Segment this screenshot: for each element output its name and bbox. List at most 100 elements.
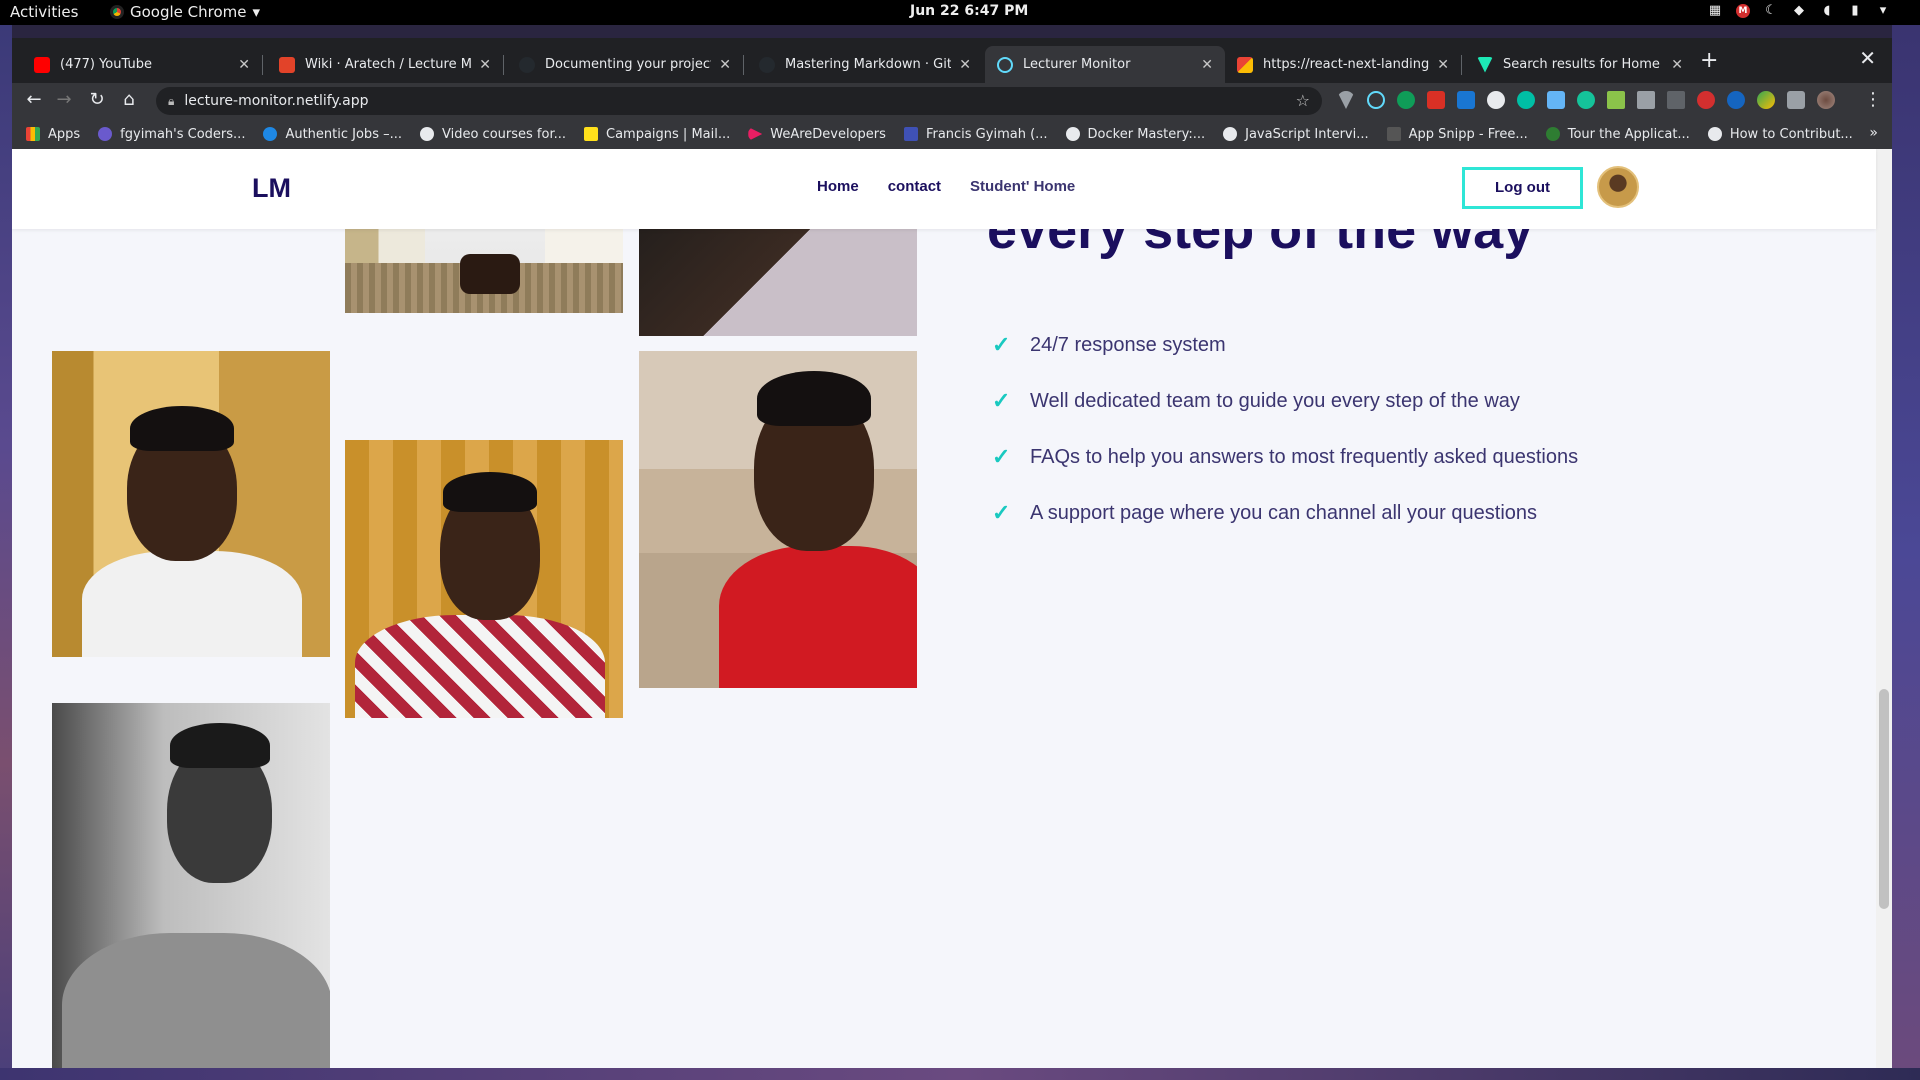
feature-item: ✓ FAQs to help you answers to most freque… [992, 429, 1578, 485]
mailchimp-icon [584, 127, 598, 141]
activities-button[interactable]: Activities [10, 3, 78, 21]
nav-home[interactable]: Home [817, 178, 859, 195]
new-tab-button[interactable]: + [1700, 48, 1718, 73]
gmail-icon [1237, 56, 1253, 73]
bookmark-label: Apps [48, 126, 81, 142]
forward-arrow-icon[interactable]: → [52, 89, 76, 110]
bookmark-item[interactable]: JavaScript Intervi... [1223, 127, 1369, 142]
react-icon [997, 56, 1013, 73]
bookmark-label: App Snipp - Free... [1408, 126, 1528, 142]
more-menu-icon[interactable]: ⋮ [1864, 89, 1882, 110]
app-snipp-icon [1386, 127, 1401, 141]
grammarly-g-icon[interactable] [1577, 91, 1595, 109]
clock[interactable]: Jun 22 6:47 PM [910, 3, 1028, 19]
close-tab-icon[interactable]: ✕ [1671, 57, 1683, 73]
bookmark-item[interactable]: WeAreDevelopers [748, 127, 886, 142]
bookmark-item[interactable]: Docker Mastery:... [1065, 127, 1205, 142]
grammarly-icon[interactable] [1397, 91, 1415, 109]
tab-gitlab-wiki[interactable]: Wiki · Aratech / Lecture Monit ✕ [267, 46, 503, 83]
bookmark-item[interactable]: How to Contribut... [1707, 126, 1853, 142]
volume-icon: ◖ [1823, 3, 1831, 18]
bookmarks-overflow-icon[interactable]: » [1869, 125, 1878, 141]
tab-lecturer-monitor[interactable]: Lecturer Monitor ✕ [985, 46, 1225, 83]
todo-extension-icon[interactable] [1427, 91, 1445, 109]
contribute-icon [1707, 127, 1722, 141]
vpn-extension-icon[interactable] [1727, 91, 1745, 109]
bookmark-item[interactable]: Apps [26, 127, 80, 142]
tab-markdown[interactable]: Mastering Markdown · GitHub ✕ [747, 46, 983, 83]
bookmark-item[interactable]: Video courses for... [420, 127, 566, 142]
bracket-extension-icon[interactable] [1667, 91, 1685, 109]
g-extension-icon[interactable] [1487, 91, 1505, 109]
react-devtools-icon[interactable] [1367, 91, 1385, 109]
tab-search-results[interactable]: Search results for Home - Fla ✕ [1465, 46, 1695, 83]
tab-title: Documenting your projects o [545, 57, 711, 72]
mega-extension-icon[interactable] [1697, 91, 1715, 109]
checkmark-icon: ✓ [992, 444, 1011, 469]
close-tab-icon[interactable]: ✕ [1201, 57, 1213, 73]
user-avatar[interactable] [1597, 166, 1639, 208]
close-tab-icon[interactable]: ✕ [959, 57, 971, 73]
back-arrow-icon[interactable]: ← [22, 89, 46, 110]
puzzle-icon[interactable] [1787, 91, 1805, 109]
profile-avatar[interactable] [1817, 91, 1835, 109]
tab-documenting[interactable]: Documenting your projects o ✕ [507, 46, 743, 83]
fx-extension-icon[interactable] [1637, 91, 1655, 109]
wing-extension-icon[interactable] [1547, 91, 1565, 109]
address-bar[interactable]: 🔒︎ lecture-monitor.netlify.app ☆ [156, 87, 1322, 115]
close-tab-icon[interactable]: ✕ [238, 57, 250, 73]
globe-icon [1223, 127, 1238, 141]
gitlab-icon [279, 56, 295, 73]
reload-icon[interactable]: ↻ [85, 89, 109, 110]
app-menu[interactable]: Google Chrome ▾ [110, 3, 260, 21]
bookmark-label: Tour the Applicat... [1567, 126, 1690, 142]
night-light-icon: ☾ [1765, 3, 1777, 18]
feature-text: FAQs to help you answers to most frequen… [1030, 445, 1579, 468]
tab-strip: (477) YouTube ✕ Wiki · Aratech / Lecture… [12, 38, 1892, 83]
nav-contact[interactable]: contact [888, 178, 941, 195]
bookmark-label: fgyimah's Coders... [120, 126, 246, 142]
tab-title: https://react-next-landing.re [1263, 57, 1430, 72]
bookmark-item[interactable]: Authentic Jobs –... [263, 127, 402, 142]
site-logo[interactable]: LM [252, 173, 291, 204]
feature-item: ✓ 24/7 response system [992, 317, 1578, 373]
bookmark-label: WeAreDevelopers [770, 126, 886, 142]
close-tab-icon[interactable]: ✕ [1437, 57, 1449, 73]
page-scrollbar[interactable] [1876, 149, 1892, 1068]
feature-text: A support page where you can channel all… [1030, 501, 1538, 524]
wearedevelopers-icon [748, 127, 763, 141]
bookmark-item[interactable]: Campaigns | Mail... [584, 127, 730, 142]
window-close-button[interactable]: ✕ [1859, 46, 1876, 70]
shield-extension-icon[interactable] [1457, 91, 1475, 109]
mega-sync-icon[interactable]: M [1736, 4, 1750, 18]
system-top-bar: Activities Google Chrome ▾ Jun 22 6:47 P… [0, 0, 1920, 25]
checkmark-icon: ✓ [992, 388, 1011, 413]
pen-extension-icon[interactable] [1607, 91, 1625, 109]
bookmark-label: JavaScript Intervi... [1245, 126, 1369, 142]
workspace-icon[interactable]: ▦ [1708, 4, 1722, 18]
bookmark-item[interactable]: Tour the Applicat... [1545, 126, 1690, 142]
bookmark-item[interactable]: fgyimah's Coders... [98, 127, 245, 142]
bookmark-label: How to Contribut... [1729, 126, 1853, 142]
m-extension-icon[interactable] [1517, 91, 1535, 109]
home-icon[interactable]: ⌂ [117, 89, 141, 110]
checkmark-icon: ✓ [992, 332, 1011, 357]
bookmark-star-icon[interactable]: ☆ [1296, 91, 1310, 110]
team-photo-red-shirt [639, 351, 917, 688]
close-tab-icon[interactable]: ✕ [479, 57, 491, 73]
scrollbar-thumb[interactable] [1879, 689, 1889, 909]
bookmark-item[interactable]: Francis Gyimah (... [903, 127, 1048, 142]
desktop-wallpaper-left [0, 25, 12, 1080]
vue-devtools-icon[interactable] [1337, 91, 1355, 109]
battery-icon: ▮ [1851, 3, 1859, 18]
system-tray[interactable]: ▦ M ☾ ◆ ◖ ▮ ▾ [1708, 4, 1890, 18]
power-menu-icon[interactable]: ▾ [1876, 4, 1890, 18]
lock-icon[interactable]: 🔒︎ [168, 94, 174, 109]
tab-youtube[interactable]: (477) YouTube ✕ [22, 46, 262, 83]
close-tab-icon[interactable]: ✕ [719, 57, 731, 73]
tab-react-next-landing[interactable]: https://react-next-landing.re ✕ [1225, 46, 1461, 83]
logout-button[interactable]: Log out [1462, 167, 1583, 209]
bookmark-item[interactable]: App Snipp - Free... [1386, 126, 1528, 142]
colorful-extension-icon[interactable] [1757, 91, 1775, 109]
nav-student-home[interactable]: Student' Home [970, 178, 1075, 195]
